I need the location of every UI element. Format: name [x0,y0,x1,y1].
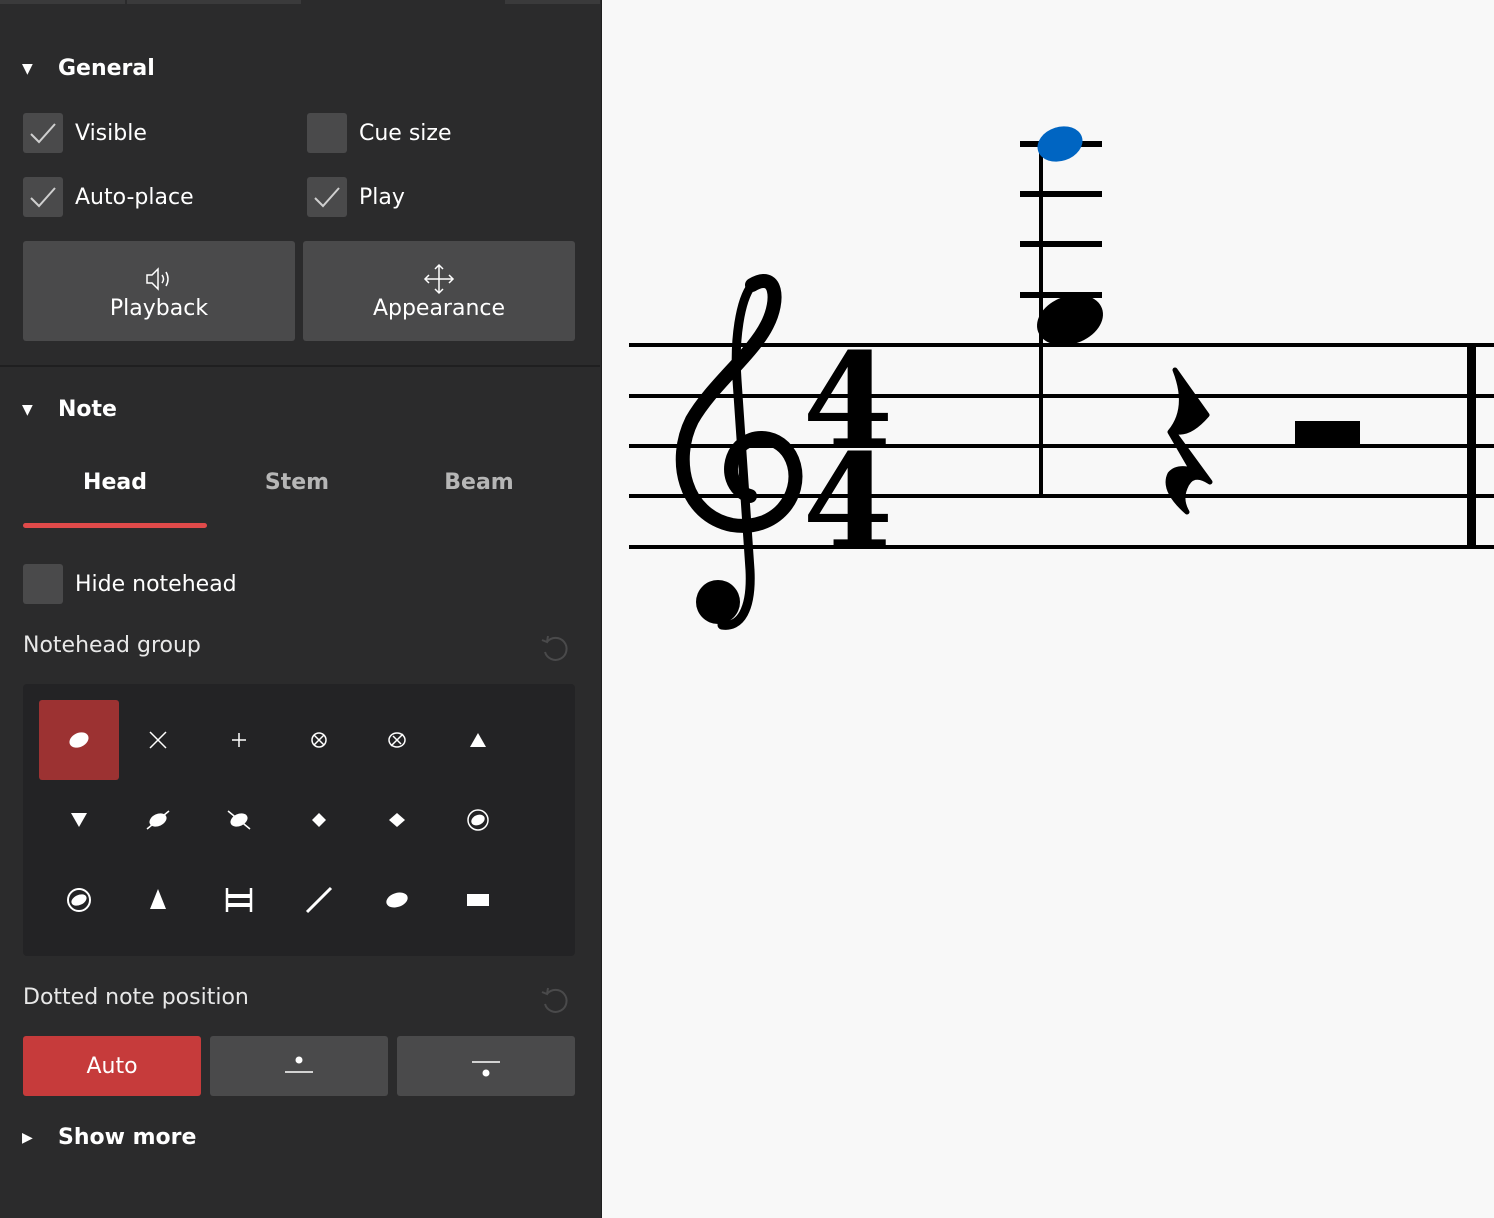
diamond-old-notehead-icon[interactable] [357,780,437,860]
show-more-toggle[interactable]: ▶ Show more [22,1125,196,1150]
checkmark-icon [30,187,56,208]
slash-notehead-icon[interactable] [279,860,359,940]
checkmark-icon [314,187,340,208]
circled-x-notehead-icon[interactable] [279,700,359,780]
checkmark-icon [30,123,56,144]
expand-triangle-icon: ▶ [22,1129,33,1146]
speaker-icon [146,266,169,291]
tab-stem[interactable]: Stem [205,470,389,495]
cue-size-checkbox[interactable]: Cue size [307,113,452,153]
with-x-notehead-icon[interactable] [357,700,437,780]
play-checkbox[interactable]: Play [307,177,405,217]
brevis-alt-notehead-icon[interactable] [199,860,279,940]
show-more-label: Show more [58,1125,197,1150]
triangle-up-notehead-icon[interactable] [438,700,518,780]
cross-notehead-icon[interactable] [118,700,198,780]
barline[interactable] [1467,345,1476,549]
notehead-group-label: Notehead group [23,633,201,658]
slashed-forwards-notehead-icon[interactable] [118,780,198,860]
hide-notehead-checkbox[interactable]: Hide notehead [23,564,237,604]
general-section-header[interactable]: ▼ General [22,56,155,81]
playback-button[interactable]: Playback [23,241,295,341]
score-view: 4 4 [629,126,1494,630]
dotted-note-position-label: Dotted note position [23,985,249,1010]
normal-notehead-icon[interactable] [39,700,119,780]
plus-notehead-icon[interactable] [199,700,279,780]
collapse-triangle-icon: ▼ [22,401,33,418]
section-divider [0,365,600,367]
treble-clef[interactable] [675,274,803,630]
checkbox-box[interactable] [307,177,347,217]
circled-notehead-icon[interactable] [438,780,518,860]
dot-below-icon [472,1061,500,1077]
time-signature-denominator: 4 [803,425,893,578]
panel-tab-strip [505,0,600,4]
auto-place-label: Auto-place [75,184,194,210]
half-rest[interactable] [1295,421,1360,446]
checkbox-box[interactable] [23,113,63,153]
note-section-header[interactable]: ▼ Note [22,397,117,422]
dot-position-auto-button[interactable]: Auto [23,1036,201,1096]
checkbox-box[interactable] [307,113,347,153]
notehead-group-grid [23,684,575,956]
note-section-title: Note [58,397,117,422]
checkbox-box[interactable] [23,564,63,604]
checkbox-box[interactable] [23,177,63,217]
move-arrows-icon [423,263,455,294]
reset-icon[interactable] [537,630,573,666]
playback-label: Playback [109,295,209,321]
score-canvas[interactable]: 4 4 [601,0,1494,1218]
active-tab-indicator [23,523,207,528]
large-arrow-up-notehead-icon[interactable] [118,860,198,940]
rectangle-notehead-icon[interactable] [438,860,518,940]
triangle-down-notehead-icon[interactable] [39,780,119,860]
dot-above-icon [285,1056,313,1073]
tab-beam[interactable]: Beam [387,470,571,495]
auto-place-checkbox[interactable]: Auto-place [23,177,194,217]
reset-icon[interactable] [537,982,573,1018]
auto-label: Auto [86,1053,138,1079]
visible-checkbox[interactable]: Visible [23,113,147,153]
hide-notehead-label: Hide notehead [75,571,237,597]
diamond-notehead-icon[interactable] [279,780,359,860]
appearance-label: Appearance [372,295,506,321]
large-diamond-notehead-icon[interactable] [357,860,437,940]
properties-panel: ▼ General Visible Cue size Auto-place Pl… [0,0,600,1218]
circled-large-notehead-icon[interactable] [39,860,119,940]
dot-position-below-button[interactable] [397,1036,575,1096]
cue-size-label: Cue size [359,120,452,146]
panel-tab-strip [0,0,125,4]
play-label: Play [359,184,405,210]
panel-tab-strip [127,0,301,4]
ledger-lines [1020,141,1102,298]
general-section-title: General [58,56,155,81]
quarter-rest[interactable] [1165,367,1213,515]
dot-position-above-button[interactable] [210,1036,388,1096]
collapse-triangle-icon: ▼ [22,60,33,77]
time-signature[interactable]: 4 4 [803,324,893,578]
visible-label: Visible [75,120,147,146]
slashed-backwards-notehead-icon[interactable] [199,780,279,860]
appearance-button[interactable]: Appearance [303,241,575,341]
tab-head[interactable]: Head [23,470,207,495]
